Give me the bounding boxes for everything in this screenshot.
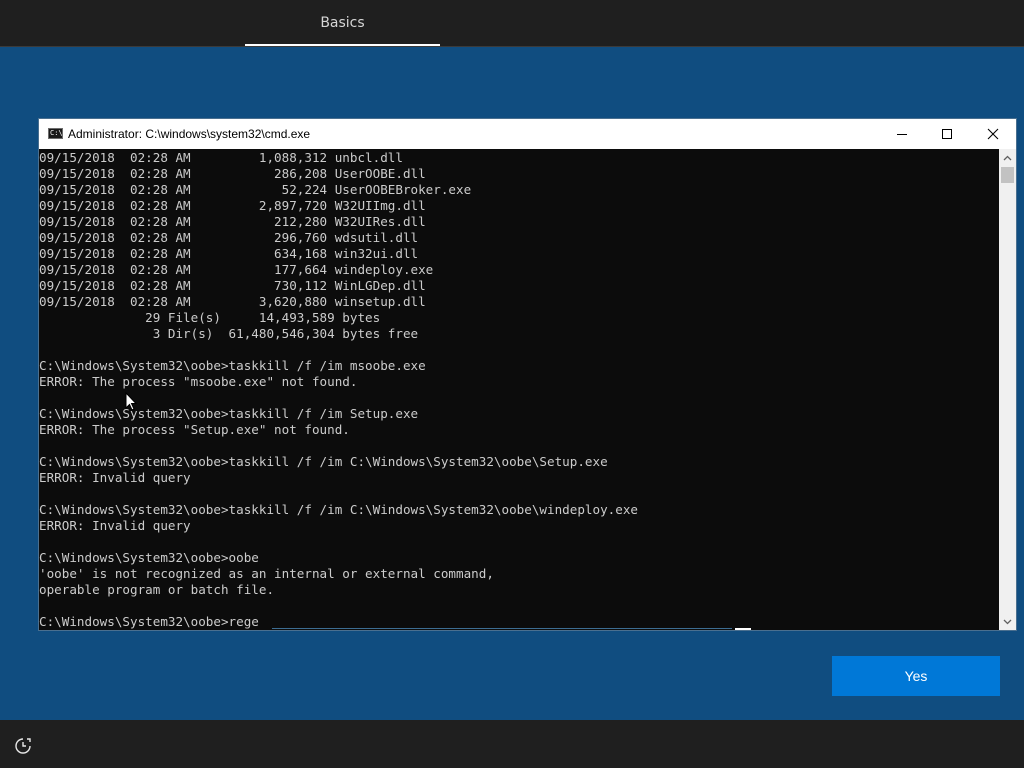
console-line: ERROR: Invalid query <box>39 518 191 533</box>
ease-of-access-icon <box>15 738 31 754</box>
yes-button[interactable]: Yes <box>832 656 1000 696</box>
maximize-button[interactable] <box>924 119 970 149</box>
console-line: 09/15/2018 02:28 AM 730,112 WinLGDep.dll <box>39 278 426 293</box>
console-line: 09/15/2018 02:28 AM 634,168 win32ui.dll <box>39 246 419 261</box>
ease-of-access-button[interactable] <box>12 735 34 757</box>
console-text: 09/15/2018 02:28 AM 1,088,312 unbcl.dll … <box>39 150 638 630</box>
console-icon: C:\ <box>48 128 63 139</box>
console-output[interactable]: 09/15/2018 02:28 AM 1,088,312 unbcl.dll … <box>39 149 999 630</box>
console-line: 3 Dir(s) 61,480,546,304 bytes free <box>39 326 419 341</box>
minimize-button[interactable] <box>879 119 925 149</box>
console-line: C:\Windows\System32\oobe>taskkill /f /im… <box>39 406 419 421</box>
cmd-titlebar[interactable]: C:\ Administrator: C:\windows\system32\c… <box>39 119 1016 149</box>
console-line: C:\Windows\System32\oobe>taskkill /f /im… <box>39 358 426 373</box>
maximize-icon <box>942 129 952 139</box>
minimize-icon <box>897 134 907 135</box>
top-bar <box>0 0 1024 46</box>
console-line: 09/15/2018 02:28 AM 1,088,312 unbcl.dll <box>39 150 403 165</box>
mouse-pointer-icon <box>125 392 137 411</box>
console-line: 09/15/2018 02:28 AM 3,620,880 winsetup.d… <box>39 294 426 309</box>
console-line: 09/15/2018 02:28 AM 2,897,720 W32UIImg.d… <box>39 198 426 213</box>
console-line: C:\Windows\System32\oobe>taskkill /f /im… <box>39 502 638 517</box>
console-line: ERROR: The process "Setup.exe" not found… <box>39 422 350 437</box>
scroll-down-button[interactable] <box>999 613 1016 630</box>
console-line: ERROR: Invalid query <box>39 470 191 485</box>
chevron-up-icon <box>1003 155 1012 160</box>
console-line: 29 File(s) 14,493,589 bytes <box>39 310 381 325</box>
console-line: C:\Windows\System32\oobe>rege <box>39 614 259 629</box>
console-line: C:\Windows\System32\oobe>oobe <box>39 550 259 565</box>
close-icon <box>987 128 999 140</box>
console-line: 09/15/2018 02:28 AM 212,280 W32UIRes.dll <box>39 214 426 229</box>
chevron-down-icon <box>1003 619 1012 624</box>
console-line: 09/15/2018 02:28 AM 177,664 windeploy.ex… <box>39 262 434 277</box>
top-bar-divider <box>0 46 1024 47</box>
console-underline <box>272 628 732 629</box>
close-button[interactable] <box>970 119 1016 149</box>
console-line: C:\Windows\System32\oobe>taskkill /f /im… <box>39 454 608 469</box>
cmd-window[interactable]: C:\ Administrator: C:\windows\system32\c… <box>39 119 1016 630</box>
console-line: 09/15/2018 02:28 AM 296,760 wdsutil.dll <box>39 230 419 245</box>
cmd-title: Administrator: C:\windows\system32\cmd.e… <box>68 127 311 141</box>
console-icon-label: C:\ <box>50 129 63 137</box>
scroll-thumb[interactable] <box>1001 167 1014 183</box>
scroll-up-button[interactable] <box>999 149 1016 166</box>
text-caret <box>735 628 751 630</box>
console-line: 'oobe' is not recognized as an internal … <box>39 566 494 581</box>
tab-basics[interactable]: Basics <box>245 0 440 46</box>
console-line: ERROR: The process "msoobe.exe" not foun… <box>39 374 358 389</box>
console-line: 09/15/2018 02:28 AM 52,224 UserOOBEBroke… <box>39 182 472 197</box>
bottom-bar <box>0 720 1024 768</box>
vertical-scrollbar[interactable] <box>999 149 1016 630</box>
console-line: 09/15/2018 02:28 AM 286,208 UserOOBE.dll <box>39 166 426 181</box>
console-line: operable program or batch file. <box>39 582 275 597</box>
